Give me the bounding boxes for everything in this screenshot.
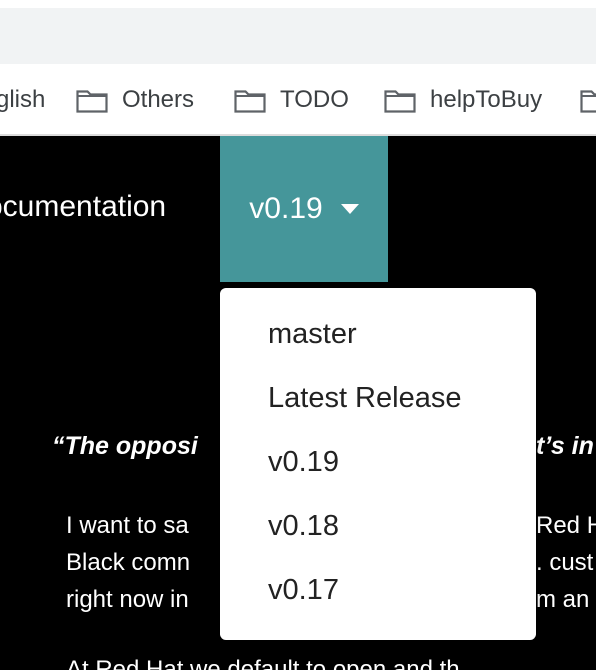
bookmark-label: helpToBuy — [430, 86, 543, 113]
bookmark-english[interactable]: glish — [0, 84, 45, 116]
version-dropdown-menu: master Latest Release v0.19 v0.18 v0.17 — [220, 288, 536, 640]
bookmark-todo[interactable]: TODO — [234, 84, 349, 116]
caret-down-icon — [340, 204, 359, 214]
folder-icon — [580, 90, 596, 113]
paragraph-line: I want to sa — [66, 512, 189, 539]
dropdown-item-master[interactable]: master — [268, 318, 357, 351]
quote-text-right: t’s in — [536, 432, 594, 460]
dropdown-item-v0-18[interactable]: v0.18 — [268, 510, 339, 543]
address-bar[interactable] — [0, 8, 596, 64]
dropdown-item-latest-release[interactable]: Latest Release — [268, 382, 461, 415]
browser-toolbar — [0, 0, 596, 66]
bookmarks-bar: glish Others TODO helpToBuy — [0, 66, 596, 136]
paragraph-line: m an — [536, 586, 590, 613]
folder-icon — [384, 90, 416, 113]
version-label: v0.19 — [249, 192, 323, 225]
quote-text-left: “The opposi — [52, 432, 198, 460]
dropdown-item-v0-17[interactable]: v0.17 — [268, 574, 339, 607]
nav-documentation-link[interactable]: ocumentation — [0, 190, 166, 224]
folder-icon — [234, 90, 266, 113]
bookmark-others[interactable]: Others — [76, 84, 194, 116]
bookmark-label: glish — [0, 86, 46, 113]
paragraph-line: At Red Hat we default to open and th — [66, 656, 460, 670]
folder-icon — [76, 90, 108, 113]
version-dropdown-button[interactable]: v0.19 — [220, 136, 388, 282]
bookmark-label: Others — [122, 86, 195, 113]
bookmark-label: TODO — [280, 86, 349, 113]
paragraph-line: . cust — [536, 549, 594, 576]
bookmark-overflow[interactable] — [580, 84, 596, 116]
bookmark-helptobuy[interactable]: helpToBuy — [384, 84, 542, 116]
paragraph-line: right now in — [66, 586, 189, 613]
dropdown-item-v0-19[interactable]: v0.19 — [268, 446, 339, 479]
paragraph-line: Red H — [536, 512, 596, 539]
paragraph-line: Black comn — [66, 549, 191, 576]
